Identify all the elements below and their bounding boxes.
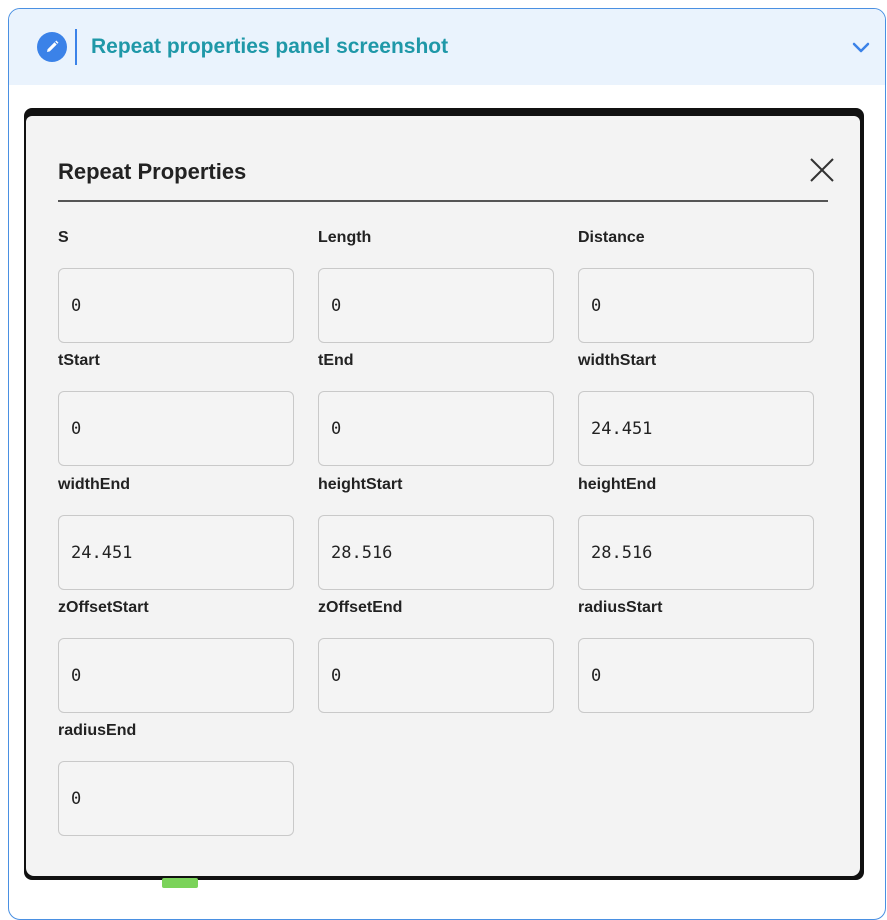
field-label: widthEnd — [58, 476, 130, 493]
field-label: zOffsetEnd — [318, 599, 403, 616]
field-label: heightEnd — [578, 476, 657, 493]
field-label: Distance — [578, 229, 645, 246]
field-radiusend: radiusEnd — [58, 721, 294, 836]
tstart-input[interactable] — [58, 391, 294, 466]
background-green-mark — [162, 878, 198, 888]
field-label: heightStart — [318, 476, 403, 493]
repeat-properties-panel: Repeat Properties S Length Distance tSta… — [26, 116, 860, 876]
field-radiusstart: radiusStart — [578, 598, 814, 713]
field-label: radiusStart — [578, 599, 663, 616]
field-tstart: tStart — [58, 351, 294, 466]
panel-title: Repeat Properties — [58, 159, 247, 184]
field-heightstart: heightStart — [318, 475, 554, 590]
field-widthstart: widthStart — [578, 351, 814, 466]
field-widthend: widthEnd — [58, 475, 294, 590]
card-title: Repeat properties panel screenshot — [91, 35, 449, 58]
field-tend: tEnd — [318, 351, 554, 466]
zoffsetend-input[interactable] — [318, 638, 554, 713]
field-label: tEnd — [318, 352, 354, 369]
field-label: widthStart — [578, 352, 657, 369]
heightend-input[interactable] — [578, 515, 814, 590]
title-divider — [58, 200, 828, 202]
field-distance: Distance — [578, 228, 814, 343]
tend-input[interactable] — [318, 391, 554, 466]
card-header[interactable]: Repeat properties panel screenshot — [9, 9, 885, 85]
field-label: zOffsetStart — [58, 599, 149, 616]
heightstart-input[interactable] — [318, 515, 554, 590]
distance-input[interactable] — [578, 268, 814, 343]
zoffsetstart-input[interactable] — [58, 638, 294, 713]
chevron-down-icon[interactable] — [849, 37, 873, 57]
widthend-input[interactable] — [58, 515, 294, 590]
field-label: tStart — [58, 352, 100, 369]
radiusstart-input[interactable] — [578, 638, 814, 713]
s-input[interactable] — [58, 268, 294, 343]
field-zoffsetend: zOffsetEnd — [318, 598, 554, 713]
header-divider — [75, 29, 77, 65]
field-zoffsetstart: zOffsetStart — [58, 598, 294, 713]
field-label: radiusEnd — [58, 722, 137, 739]
field-heightend: heightEnd — [578, 475, 814, 590]
field-label: Length — [318, 229, 372, 246]
pencil-icon — [37, 32, 67, 62]
widthstart-input[interactable] — [578, 391, 814, 466]
field-label: S — [58, 229, 69, 246]
field-s: S — [58, 228, 294, 343]
radiusend-input[interactable] — [58, 761, 294, 836]
length-input[interactable] — [318, 268, 554, 343]
field-length: Length — [318, 228, 554, 343]
close-icon[interactable] — [806, 154, 838, 186]
